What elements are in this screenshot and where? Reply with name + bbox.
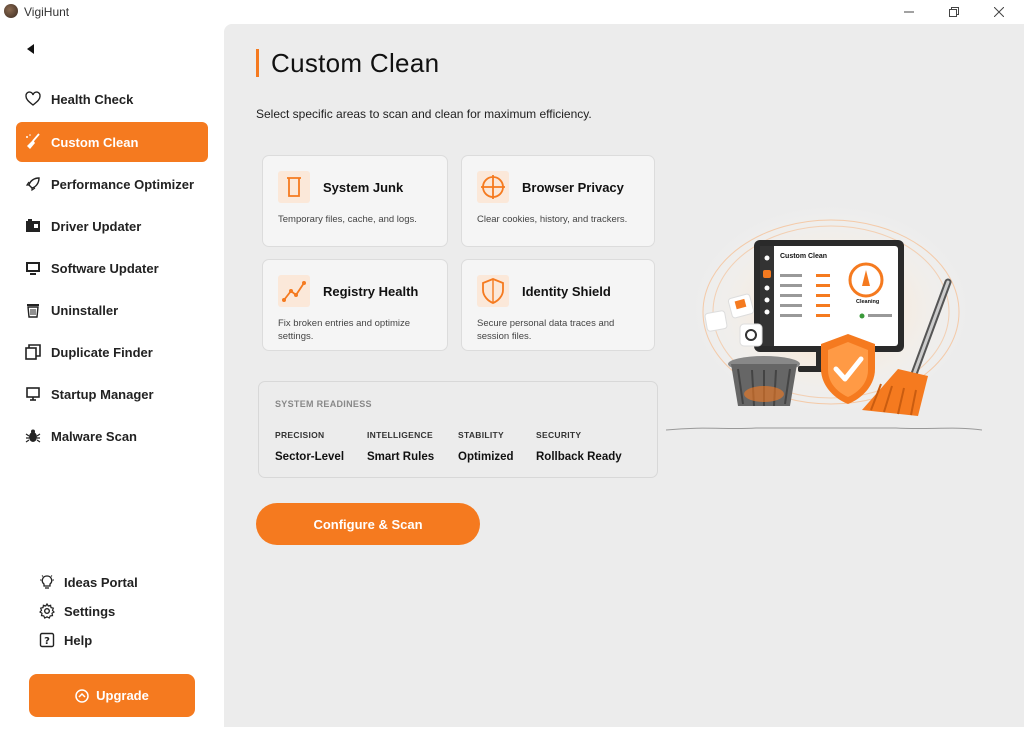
upgrade-icon xyxy=(75,688,89,703)
trash-icon xyxy=(24,301,42,319)
help-icon: ? xyxy=(38,631,56,649)
sidebar-item-label: Health Check xyxy=(51,91,134,107)
upgrade-label: Upgrade xyxy=(96,688,149,703)
ideas-portal-label: Ideas Portal xyxy=(64,574,138,590)
card-registry-health[interactable]: Registry Health Fix broken entries and o… xyxy=(262,259,448,351)
sidebar-item-uninstaller[interactable]: Uninstaller xyxy=(16,290,208,330)
readiness-security: SECURITY Rollback Ready xyxy=(536,430,622,463)
settings-link[interactable]: Settings xyxy=(38,600,115,622)
sidebar-item-software-updater[interactable]: Software Updater xyxy=(16,248,208,288)
app-logo-icon xyxy=(4,4,18,18)
sidebar-item-label: Uninstaller xyxy=(51,302,119,318)
card-description: Clear cookies, history, and trackers. xyxy=(477,214,628,225)
readiness-label: INTELLIGENCE xyxy=(367,430,433,440)
card-description: Fix broken entries and optimize settings… xyxy=(278,318,411,342)
sidebar-item-label: Custom Clean xyxy=(51,134,139,150)
shield-icon xyxy=(477,275,509,307)
card-description: Secure personal data traces and session … xyxy=(477,318,615,342)
sidebar-item-performance-optimizer[interactable]: Performance Optimizer xyxy=(16,164,208,204)
sidebar-item-startup-manager[interactable]: Startup Manager xyxy=(16,374,208,414)
sidebar: Health Check Custom Clean Performance Op… xyxy=(0,24,224,729)
gear-icon xyxy=(38,602,56,620)
heart-icon xyxy=(24,90,42,108)
svg-text:?: ? xyxy=(44,636,50,647)
sidebar-item-duplicate-finder[interactable]: Duplicate Finder xyxy=(16,332,208,372)
sidebar-item-label: Driver Updater xyxy=(51,218,142,234)
readiness-precision: PRECISION Sector-Level xyxy=(275,430,344,463)
junk-icon xyxy=(278,171,310,203)
sidebar-item-label: Malware Scan xyxy=(51,428,137,444)
main-panel: Custom Clean Select specific areas to sc… xyxy=(224,24,1024,727)
readiness-value: Optimized xyxy=(458,451,514,463)
close-icon xyxy=(994,7,1004,17)
crosshair-icon xyxy=(477,171,509,203)
title-accent-bar xyxy=(256,49,259,77)
card-description: Temporary files, cache, and logs. xyxy=(278,214,417,225)
title-bar: VigiHunt xyxy=(0,0,1024,24)
desktop-icon xyxy=(24,385,42,403)
sidebar-item-health-check[interactable]: Health Check xyxy=(16,79,208,119)
page-title: Custom Clean xyxy=(271,48,440,78)
readiness-value: Smart Rules xyxy=(367,451,435,463)
help-link[interactable]: ? Help xyxy=(38,629,92,651)
copy-icon xyxy=(24,343,42,361)
chart-line-icon xyxy=(278,275,310,307)
readiness-stability: STABILITY Optimized xyxy=(458,430,514,463)
card-title: Browser Privacy xyxy=(522,180,624,195)
card-identity-shield[interactable]: Identity Shield Secure personal data tra… xyxy=(461,259,655,351)
readiness-intelligence: INTELLIGENCE Smart Rules xyxy=(367,430,434,463)
sidebar-item-label: Software Updater xyxy=(51,260,159,276)
monitor-icon xyxy=(24,259,42,277)
close-button[interactable] xyxy=(976,0,1022,24)
sidebar-item-custom-clean[interactable]: Custom Clean xyxy=(16,122,208,162)
minimize-button[interactable] xyxy=(886,0,932,24)
system-readiness-panel: SYSTEM READINESS PRECISION Sector-Level … xyxy=(258,381,658,478)
help-label: Help xyxy=(64,632,93,648)
readiness-title: SYSTEM READINESS xyxy=(275,399,372,409)
readiness-label: PRECISION xyxy=(275,430,325,440)
upgrade-button[interactable]: Upgrade xyxy=(29,674,195,717)
restore-icon xyxy=(949,7,959,17)
readiness-label: STABILITY xyxy=(458,430,504,440)
clean-illustration: Custom Clean Cleaning xyxy=(666,204,982,431)
app-title: VigiHunt xyxy=(24,5,70,19)
page-subtitle: Select specific areas to scan and clean … xyxy=(256,107,592,121)
readiness-value: Rollback Ready xyxy=(536,451,622,463)
sidebar-item-label: Duplicate Finder xyxy=(51,344,153,360)
settings-label: Settings xyxy=(64,603,116,619)
sidebar-item-malware-scan[interactable]: Malware Scan xyxy=(16,416,208,456)
minimize-icon xyxy=(904,11,914,13)
readiness-value: Sector-Level xyxy=(275,451,345,463)
back-button[interactable] xyxy=(24,42,40,58)
back-arrow-icon xyxy=(27,44,34,54)
card-title: Registry Health xyxy=(323,284,419,299)
sidebar-item-label: Startup Manager xyxy=(51,386,154,402)
bug-icon xyxy=(24,427,42,445)
sidebar-item-label: Performance Optimizer xyxy=(51,176,195,192)
card-system-junk[interactable]: System Junk Temporary files, cache, and … xyxy=(262,155,448,247)
driver-icon xyxy=(24,217,42,235)
card-title: System Junk xyxy=(323,180,404,195)
card-title: Identity Shield xyxy=(522,284,611,299)
sidebar-item-driver-updater[interactable]: Driver Updater xyxy=(16,206,208,246)
readiness-label: SECURITY xyxy=(536,430,582,440)
broom-icon xyxy=(24,133,42,151)
illustration-screen-title: Custom Clean xyxy=(780,253,827,260)
card-browser-privacy[interactable]: Browser Privacy Clear cookies, history, … xyxy=(461,155,655,247)
configure-scan-button[interactable]: Configure & Scan xyxy=(256,503,480,545)
illustration-status: Cleaning xyxy=(856,299,879,305)
ideas-portal-link[interactable]: Ideas Portal xyxy=(38,571,138,593)
restore-button[interactable] xyxy=(931,0,977,24)
rocket-icon xyxy=(24,175,42,193)
lightbulb-icon xyxy=(38,573,56,591)
